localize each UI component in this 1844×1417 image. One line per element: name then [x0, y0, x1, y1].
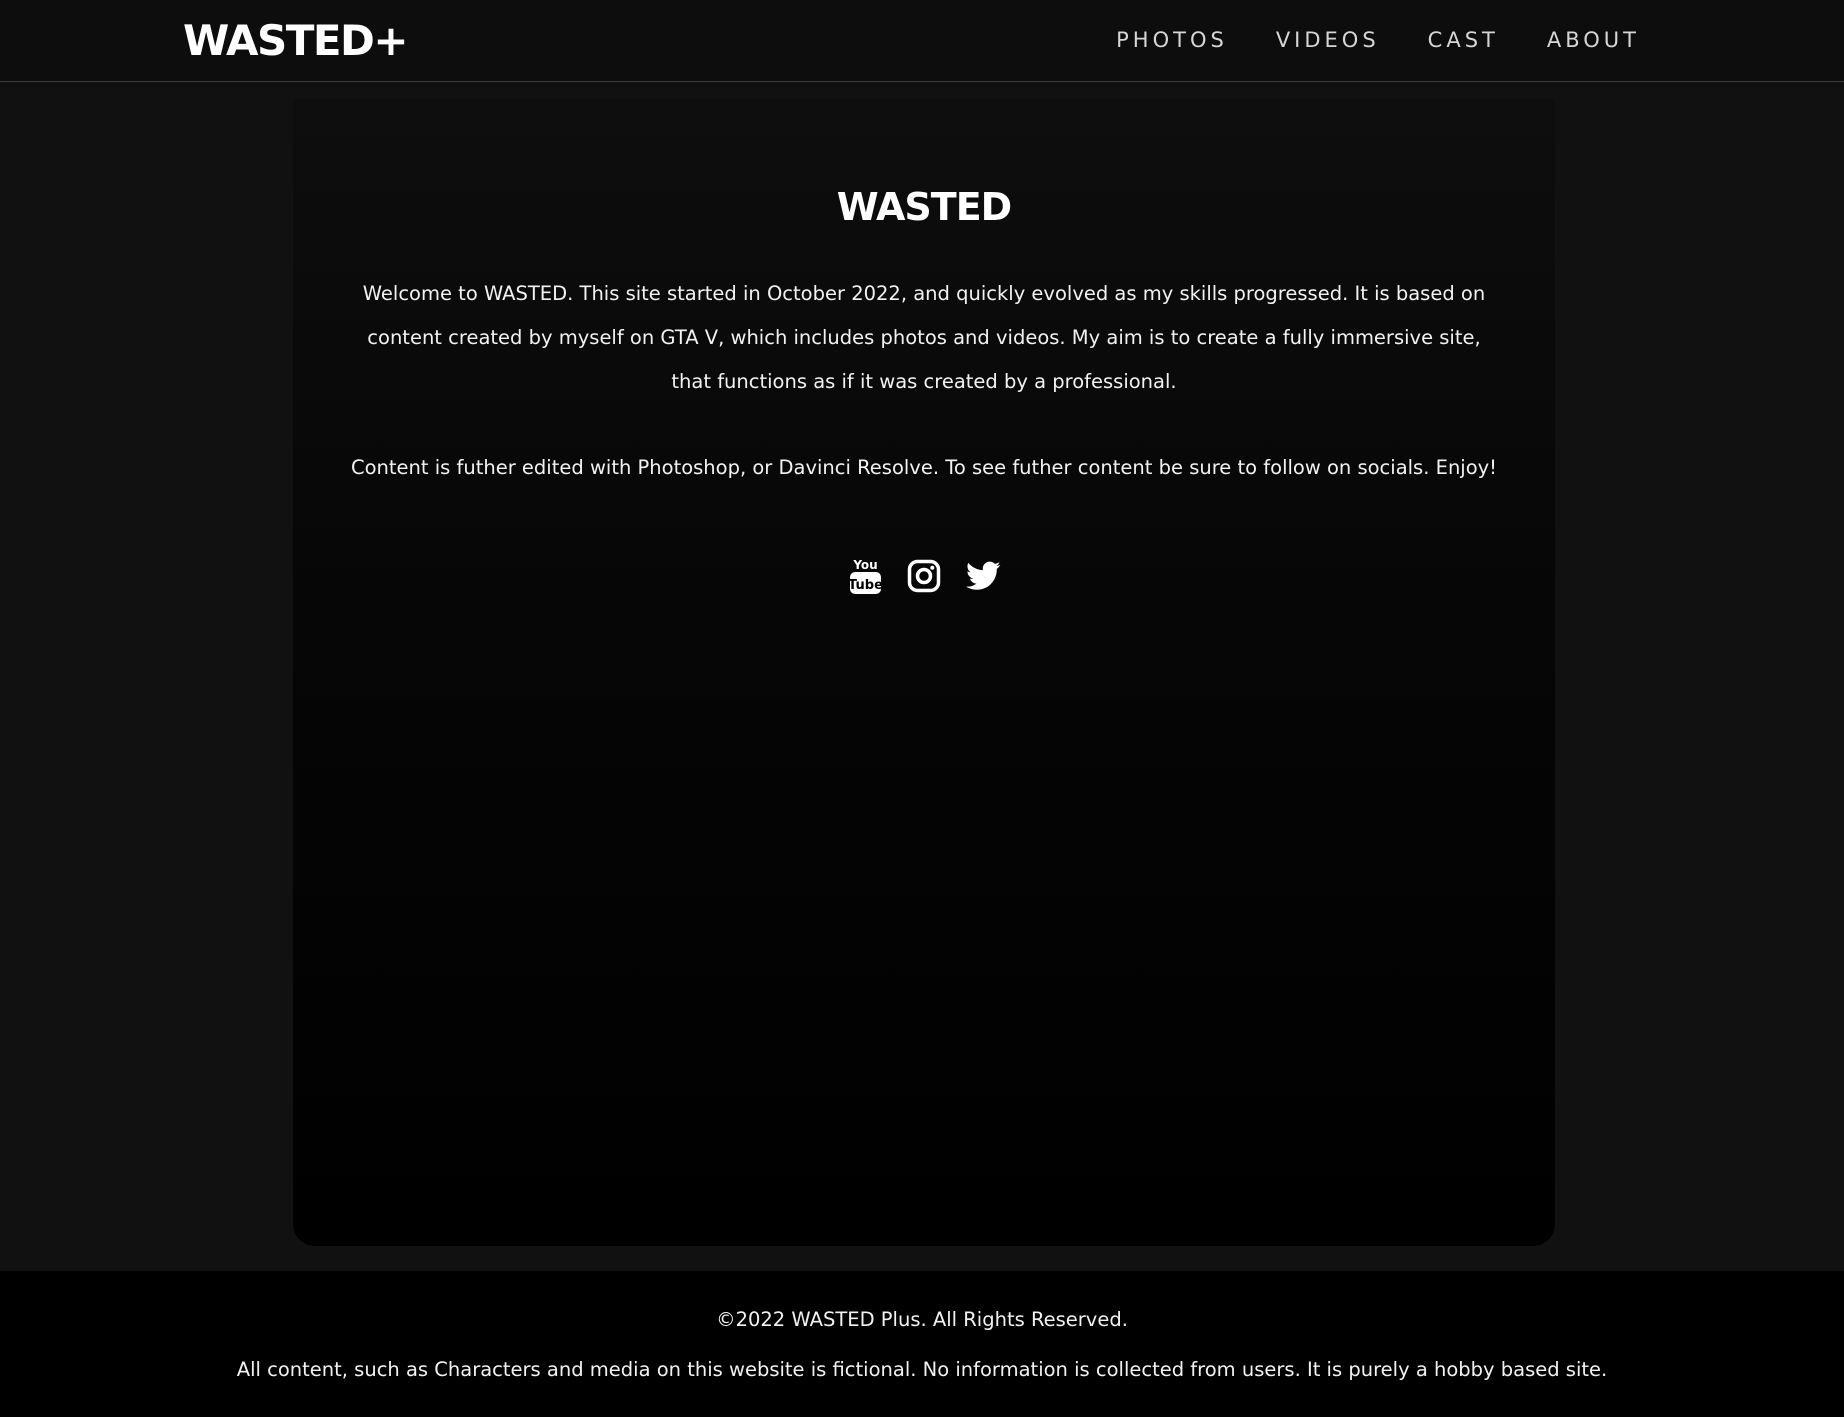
site-footer: ©2022 WASTED Plus. All Rights Reserved. … [0, 1271, 1844, 1417]
svg-text:Tube: Tube [849, 578, 882, 593]
svg-text:You: You [852, 558, 877, 572]
instagram-icon [907, 559, 941, 593]
site-logo[interactable]: WASTED+ [183, 14, 409, 68]
instagram-link[interactable] [907, 555, 942, 597]
nav-about[interactable]: ABOUT [1547, 28, 1640, 52]
youtube-icon: You Tube [849, 558, 882, 594]
disclaimer-text: All content, such as Characters and medi… [236, 1358, 1608, 1381]
copyright-text: ©2022 WASTED Plus. All Rights Reserved. [716, 1308, 1128, 1331]
twitter-link[interactable] [965, 555, 1001, 597]
site-header: WASTED+ PHOTOS VIDEOS CAST ABOUT [0, 0, 1844, 82]
nav-videos[interactable]: VIDEOS [1276, 28, 1380, 52]
main-nav: PHOTOS VIDEOS CAST ABOUT [1116, 0, 1640, 80]
edit-info-paragraph: Content is futher edited with Photoshop,… [350, 456, 1498, 479]
social-links: You Tube [293, 555, 1555, 597]
twitter-icon [965, 561, 1000, 590]
youtube-link[interactable]: You Tube [848, 555, 883, 597]
page-title: WASTED [836, 185, 1012, 229]
nav-cast[interactable]: CAST [1428, 28, 1499, 52]
content-card: WASTED Welcome to WASTED. This site star… [293, 99, 1555, 1246]
intro-paragraph: Welcome to WASTED. This site started in … [362, 282, 1486, 393]
nav-photos[interactable]: PHOTOS [1116, 28, 1228, 52]
